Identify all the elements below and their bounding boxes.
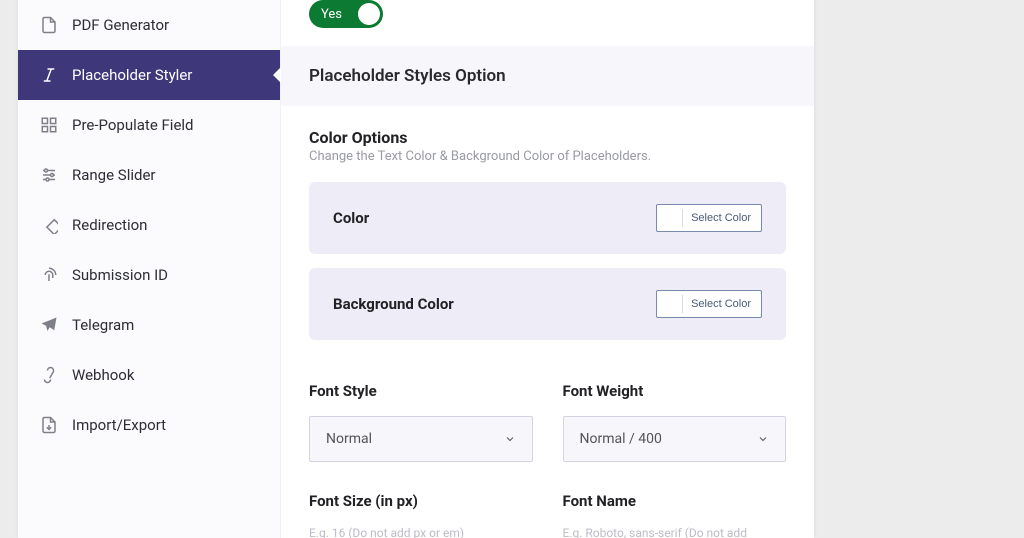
color-row-label: Background Color [333, 295, 454, 313]
sidebar-item-label: Webhook [72, 366, 134, 384]
select-color-button-background[interactable]: Select Color [656, 290, 762, 318]
sidebar-item-telegram[interactable]: Telegram [18, 300, 280, 350]
sliders-icon [40, 166, 58, 184]
font-weight-select[interactable]: Normal / 400 [563, 416, 787, 462]
color-options-subtitle: Change the Text Color & Background Color… [309, 149, 786, 164]
select-color-button-label: Select Color [691, 212, 751, 224]
sidebar-item-label: Range Slider [72, 166, 155, 184]
enable-toggle[interactable]: Yes [309, 0, 383, 28]
chevron-down-icon [504, 433, 516, 445]
diamond-icon [40, 216, 58, 234]
sidebar-item-pdf-generator[interactable]: PDF Generator [18, 0, 280, 50]
toggle-label: Yes [321, 7, 342, 22]
font-weight-value: Normal / 400 [580, 431, 662, 447]
color-row-label: Color [333, 209, 369, 227]
grid-icon [40, 116, 58, 134]
settings-panel: PDF Generator Placeholder Styler Pre-Pop… [18, 0, 814, 538]
font-weight-label: Font Weight [563, 382, 787, 400]
italic-icon [40, 66, 58, 84]
sidebar-item-redirection[interactable]: Redirection [18, 200, 280, 250]
chevron-down-icon [757, 433, 769, 445]
sidebar-item-submission-id[interactable]: Submission ID [18, 250, 280, 300]
sidebar-item-label: Redirection [72, 216, 147, 234]
font-size-hint: E.g. 16 (Do not add px or em) [309, 526, 533, 538]
telegram-icon [40, 316, 58, 334]
sidebar-item-label: Placeholder Styler [72, 66, 192, 84]
fingerprint-icon [40, 266, 58, 284]
sidebar-item-label: Submission ID [72, 266, 168, 284]
color-swatch [665, 295, 683, 313]
enable-toggle-row: Yes [281, 0, 814, 46]
sidebar-item-label: Pre-Populate Field [72, 116, 194, 134]
font-options-grid: Font Style Normal Font Weight Normal / 4… [309, 382, 786, 538]
font-size-label: Font Size (in px) [309, 492, 533, 510]
sidebar-item-label: PDF Generator [72, 16, 169, 34]
color-options-title: Color Options [309, 128, 786, 147]
color-row-background: Background Color Select Color [309, 268, 786, 340]
sidebar-item-webhook[interactable]: Webhook [18, 350, 280, 400]
font-name-field: Font Name E.g. Roboto, sans-serif (Do no… [563, 492, 787, 538]
font-weight-field: Font Weight Normal / 400 [563, 382, 787, 462]
toggle-knob [358, 3, 380, 25]
webhook-icon [40, 366, 58, 384]
color-swatch [665, 209, 683, 227]
font-style-label: Font Style [309, 382, 533, 400]
font-style-select[interactable]: Normal [309, 416, 533, 462]
sidebar-item-range-slider[interactable]: Range Slider [18, 150, 280, 200]
font-name-label: Font Name [563, 492, 787, 510]
sidebar-item-pre-populate-field[interactable]: Pre-Populate Field [18, 100, 280, 150]
main-content: Yes Placeholder Styles Option Color Opti… [281, 0, 814, 538]
select-color-button-label: Select Color [691, 298, 751, 310]
sidebar-item-label: Telegram [72, 316, 134, 334]
section-title: Placeholder Styles Option [281, 46, 814, 106]
sidebar: PDF Generator Placeholder Styler Pre-Pop… [18, 0, 281, 538]
sidebar-item-placeholder-styler[interactable]: Placeholder Styler [18, 50, 280, 100]
sidebar-item-label: Import/Export [72, 416, 166, 434]
font-size-field: Font Size (in px) E.g. 16 (Do not add px… [309, 492, 533, 538]
font-style-value: Normal [326, 431, 372, 447]
select-color-button-text[interactable]: Select Color [656, 204, 762, 232]
font-name-hint: E.g. Roboto, sans-serif (Do not add [563, 526, 787, 538]
color-row-text: Color Select Color [309, 182, 786, 254]
font-style-field: Font Style Normal [309, 382, 533, 462]
import-export-icon [40, 416, 58, 434]
document-icon [40, 16, 58, 34]
body-area: Color Options Change the Text Color & Ba… [281, 106, 814, 538]
sidebar-item-import-export[interactable]: Import/Export [18, 400, 280, 450]
